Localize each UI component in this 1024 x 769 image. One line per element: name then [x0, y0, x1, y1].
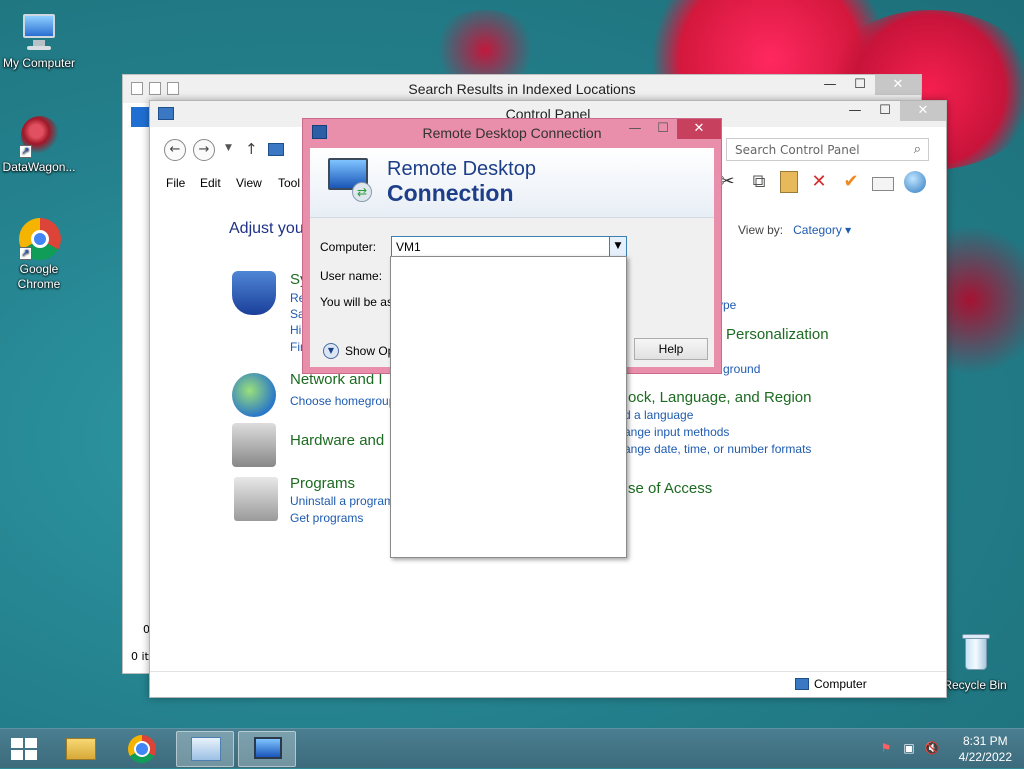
banner-title-line1: Remote Desktop	[387, 158, 536, 180]
chrome-icon	[128, 735, 156, 763]
category-link[interactable]: Get programs	[290, 511, 363, 525]
recent-pages-chevron-icon[interactable]: ▼	[225, 143, 232, 153]
maximize-button[interactable]: ☐	[845, 75, 875, 95]
desktop-icon-my-computer[interactable]: My Computer	[0, 10, 78, 71]
category-title-personalization[interactable]: Personalization	[726, 326, 829, 343]
chevron-down-circle-icon[interactable]: ▼	[323, 343, 339, 359]
action-center-flag-icon[interactable]: ⚑	[878, 741, 894, 755]
credentials-note: You will be ask	[320, 295, 399, 309]
menu-file[interactable]: File	[166, 176, 185, 190]
back-button[interactable]: ←	[164, 139, 186, 161]
chevron-down-icon[interactable]: ▼	[609, 237, 626, 256]
volume-muted-icon[interactable]: 🔇	[924, 741, 940, 755]
desktop-icon-label: DataWagon...	[2, 160, 76, 174]
computer-combobox[interactable]: VM1 ▼	[391, 236, 627, 257]
clock-time: 8:31 PM	[962, 734, 1008, 748]
desktop-icon-label: My Computer	[2, 56, 76, 70]
recycle-bin-icon	[953, 632, 997, 676]
paste-icon[interactable]	[780, 171, 798, 193]
search-window-titlebar[interactable]: Search Results in Indexed Locations — ☐ …	[123, 75, 921, 103]
datawagon-icon: ↗	[17, 114, 61, 158]
menu-edit[interactable]: Edit	[200, 176, 221, 190]
programs-icon[interactable]	[234, 477, 278, 521]
taskbar: ⚑ ▣ 🔇 8:31 PM 4/22/2022	[0, 728, 1024, 768]
control-panel-icon	[191, 737, 221, 761]
category-link[interactable]: d a language	[624, 408, 693, 422]
category-title-hardware[interactable]: Hardware and	[290, 432, 384, 449]
taskbar-file-explorer[interactable]	[52, 731, 110, 767]
globe-icon[interactable]	[904, 171, 926, 193]
remote-desktop-icon	[254, 737, 282, 759]
category-link[interactable]: Choose homegroup	[290, 394, 395, 408]
taskbar-chrome[interactable]	[114, 731, 172, 767]
delete-icon[interactable]: ✕	[808, 171, 830, 193]
maximize-button[interactable]: ☐	[870, 101, 900, 121]
window-title: Search Results in Indexed Locations	[408, 81, 636, 97]
up-arrow-icon[interactable]: ↑	[245, 140, 258, 158]
rdc-banner: ⇄ Remote Desktop Connection	[310, 148, 714, 218]
computer-icon	[17, 10, 61, 54]
maximize-button[interactable]: ☐	[649, 119, 677, 139]
system-security-icon[interactable]	[232, 271, 276, 315]
banner-title-line2: Connection	[387, 180, 514, 206]
category-title-ease-of-access[interactable]: se of Access	[628, 480, 712, 497]
category-link[interactable]: ange date, time, or number formats	[624, 442, 811, 456]
view-by: View by: Category ▾	[738, 223, 851, 237]
category-link[interactable]: Uninstall a program	[290, 494, 394, 508]
desktop-icon-datawagon[interactable]: ↗ DataWagon...	[0, 114, 78, 175]
checkmark-icon[interactable]: ✔	[840, 171, 862, 193]
desktop-icon-recycle-bin[interactable]: Recycle Bin	[936, 632, 1014, 693]
minimize-button[interactable]: —	[840, 101, 870, 121]
view-by-dropdown[interactable]: Category ▾	[793, 223, 851, 237]
search-icon[interactable]: ⌕	[914, 142, 921, 157]
start-button[interactable]	[10, 737, 38, 761]
clock[interactable]: 8:31 PM 4/22/2022	[959, 733, 1012, 765]
category-title-clock-language-region[interactable]: ock, Language, and Region	[628, 389, 811, 406]
forward-button[interactable]: →	[193, 139, 215, 161]
menu-view[interactable]: View	[236, 176, 262, 190]
computer-dropdown-list[interactable]	[390, 256, 627, 558]
status-computer: Computer	[795, 677, 867, 691]
category-link[interactable]: Hi	[290, 323, 301, 337]
chrome-icon: ↗	[17, 216, 61, 260]
close-button[interactable]: ✕	[677, 119, 721, 139]
status-bar: Computer	[150, 671, 946, 697]
page-heading: Adjust you	[229, 220, 304, 237]
control-panel-address-icon[interactable]	[268, 143, 284, 156]
network-icon[interactable]	[232, 373, 276, 417]
properties-icon[interactable]	[872, 177, 894, 191]
desktop-icon-label: Google Chrome	[17, 262, 61, 291]
search-input[interactable]	[727, 139, 897, 160]
category-link[interactable]: ground	[723, 362, 760, 376]
ribbon-file-tab[interactable]	[131, 107, 149, 127]
menu-tools[interactable]: Tool	[278, 176, 300, 190]
remote-desktop-logo-icon: ⇄	[328, 158, 374, 202]
printer-icon[interactable]	[232, 423, 276, 467]
copy-icon[interactable]: ⧉	[748, 171, 770, 193]
rdc-titlebar[interactable]: Remote Desktop Connection — ☐ ✕	[303, 119, 721, 147]
status-items: 0 it	[131, 650, 149, 663]
computer-label: Computer:	[320, 240, 377, 254]
system-tray: ⚑ ▣ 🔇 8:31 PM 4/22/2022	[864, 729, 1024, 769]
minimize-button[interactable]: —	[815, 75, 845, 95]
search-box[interactable]: ⌕	[726, 138, 929, 161]
clock-date: 4/22/2022	[958, 750, 1012, 764]
folder-icon	[66, 738, 96, 760]
view-by-label: View by:	[738, 223, 784, 237]
minimize-button[interactable]: —	[621, 119, 649, 139]
category-title-programs[interactable]: Programs	[290, 475, 355, 492]
desktop-icon-label: Recycle Bin	[943, 678, 1007, 692]
close-button[interactable]: ✕	[875, 75, 921, 95]
computer-icon	[795, 678, 809, 690]
username-label: User name:	[320, 269, 383, 283]
category-link[interactable]: ange input methods	[624, 425, 729, 439]
computer-value[interactable]: VM1	[396, 240, 421, 254]
close-button[interactable]: ✕	[900, 101, 946, 121]
toolbar: ✂ ⧉ ✕ ✔	[716, 171, 926, 193]
desktop-icon-google-chrome[interactable]: ↗ Google Chrome	[0, 216, 78, 292]
taskbar-remote-desktop[interactable]	[238, 731, 296, 767]
taskbar-control-panel[interactable]	[176, 731, 234, 767]
help-button[interactable]: Help	[634, 338, 708, 360]
network-icon[interactable]: ▣	[901, 741, 917, 755]
